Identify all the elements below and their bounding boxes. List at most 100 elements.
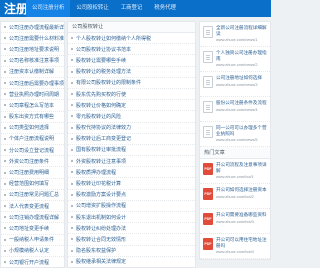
article-link[interactable]: 小规模纳税人认定: [9, 247, 49, 254]
card-title[interactable]: 开公司流程及注意事项详解: [216, 162, 267, 173]
document-card[interactable]: PDF 开公司如何选择注册资本 www.zhuce.com/hot/2: [200, 184, 270, 209]
article-link[interactable]: 股权转让价格如何确定: [76, 102, 126, 109]
article-link[interactable]: 个人股权转让如何缴纳个人所得税: [76, 35, 151, 42]
list-item[interactable]: 公司名称核准注意事项: [1, 56, 64, 67]
card-title[interactable]: 股份公司注册条件及流程: [216, 100, 267, 106]
document-card[interactable]: PDF 开公司流程及注意事项详解 www.zhuce.com/hot/1: [200, 159, 270, 184]
article-link[interactable]: 股权转让合同无效情形: [76, 236, 126, 243]
list-item[interactable]: 有限公司股权转让的限制条件: [68, 78, 195, 89]
list-item[interactable]: 公司章程怎么写范本: [1, 100, 64, 112]
article-link[interactable]: 股权激励方案设计要点: [76, 191, 126, 198]
list-item[interactable]: 隐名股东权益保护: [68, 246, 195, 257]
list-item[interactable]: 公司地址变更手续: [1, 223, 64, 235]
document-card[interactable]: 公司注册地址如何选择 www.zhuce.com/news/3: [200, 72, 270, 97]
list-item[interactable]: 国有股权转让审批流程: [68, 145, 195, 157]
article-link[interactable]: 股权转让需要哪些手续: [76, 57, 126, 64]
article-link[interactable]: 公司注册常见问题汇总: [9, 191, 59, 198]
list-item[interactable]: 外资股权转让注意事项: [68, 156, 195, 168]
article-link[interactable]: 公司注销办理流程详解: [9, 214, 59, 221]
article-link[interactable]: 零元股权转让的风险: [76, 113, 121, 120]
article-link[interactable]: 股权转让后工商变更登记: [76, 135, 131, 142]
list-item[interactable]: 外资公司注册条件: [1, 156, 64, 168]
list-item[interactable]: 公司注册办理流程最新详解: [1, 22, 64, 34]
document-card[interactable]: 股份公司注册条件及流程 www.zhuce.com/news/4: [200, 97, 270, 122]
article-link[interactable]: 营业执照办理时间周期: [9, 91, 59, 98]
card-title[interactable]: 同一公司可以办理多个营业执照吗: [216, 125, 267, 136]
article-link[interactable]: 股权继承相关法律规定: [76, 258, 126, 265]
card-title[interactable]: 公司注册地址如何选择: [216, 75, 267, 81]
list-item[interactable]: 公司银行开户流程: [1, 257, 64, 267]
list-item[interactable]: 公司注册地址要求说明: [1, 44, 64, 56]
list-item[interactable]: 经营范围如何填写: [1, 179, 64, 190]
list-item[interactable]: 公司注册后需要办理事项: [1, 78, 64, 90]
article-link[interactable]: 一般纳税人申请条件: [9, 236, 54, 243]
article-link[interactable]: 公司名称核准注意事项: [9, 57, 59, 64]
article-link[interactable]: 股权转让纠纷处理办法: [76, 225, 126, 232]
article-link[interactable]: 股东优先购买权的行使: [76, 91, 126, 98]
list-item[interactable]: 股权转让价格如何确定: [68, 100, 195, 112]
document-card[interactable]: PDF 开公司可以用住宅地址注册吗 www.zhuce.com/hot/4: [200, 234, 270, 259]
brand-logo[interactable]: 注册: [0, 0, 26, 17]
list-item[interactable]: 公司股权转让协议书范本: [68, 44, 195, 56]
card-title[interactable]: 全新公司注册流程详细解读: [216, 25, 267, 36]
card-title[interactable]: 开公司如何选择注册资本: [216, 187, 267, 193]
article-link[interactable]: 公司注册需要什么材料准备: [9, 35, 64, 42]
list-item[interactable]: 公司注册费用明细: [1, 167, 64, 179]
article-link[interactable]: 国有股权转让审批流程: [76, 146, 126, 153]
list-item[interactable]: 股权转让纠纷处理办法: [68, 223, 195, 235]
nav-item-2[interactable]: 公司股权转让: [70, 0, 114, 17]
list-item[interactable]: 个人股权转让如何缴纳个人所得税: [68, 33, 195, 45]
card-title[interactable]: 个人独资公司注册办理指南: [216, 50, 267, 61]
document-card[interactable]: 同一公司可以办理多个营业执照吗 www.zhuce.com/news/5: [200, 122, 270, 147]
article-link[interactable]: 公司股权转让协议书范本: [76, 46, 131, 53]
article-link[interactable]: 股权转让的税务处理方法: [76, 68, 131, 75]
article-link[interactable]: 股权代持协议的法律效力: [76, 124, 131, 131]
nav-item-4[interactable]: 税务代理: [148, 0, 182, 17]
list-item[interactable]: 注册资本认缴制详解: [1, 67, 64, 78]
article-link[interactable]: 注册资本认缴制详解: [9, 68, 54, 75]
article-link[interactable]: 有限公司股权转让的限制条件: [76, 79, 141, 86]
list-item[interactable]: 法人代表变更流程: [1, 201, 64, 213]
article-link[interactable]: 外资股权转让注意事项: [76, 158, 126, 165]
article-link[interactable]: 公司注册后需要办理事项: [9, 80, 64, 87]
list-item[interactable]: 零元股权转让的风险: [68, 111, 195, 123]
article-link[interactable]: 股权质押办理流程: [76, 169, 116, 176]
document-card[interactable]: 个人独资公司注册办理指南 www.zhuce.com/news/2: [200, 47, 270, 72]
article-link[interactable]: 个体户注册流程说明: [9, 135, 54, 142]
document-card[interactable]: 全新公司注册流程详细解读 www.zhuce.com/news/1: [200, 22, 270, 47]
list-item[interactable]: 股东退出机制如何设计: [68, 212, 195, 224]
list-item[interactable]: 股权转让印花税计算: [68, 178, 195, 190]
article-link[interactable]: 隐名股东权益保护: [76, 247, 116, 254]
article-link[interactable]: 公司注册费用明细: [9, 169, 49, 176]
card-title[interactable]: 开公司需要准备哪些资料: [216, 212, 267, 218]
list-item[interactable]: 公司注册需要什么材料准备: [1, 33, 64, 45]
list-item[interactable]: 股权转让需要哪些手续: [68, 55, 195, 67]
article-link[interactable]: 公司注册地址要求说明: [9, 46, 59, 53]
list-item[interactable]: 股东出资方式有哪些: [1, 112, 64, 123]
article-link[interactable]: 股权转让印花税计算: [76, 180, 121, 187]
list-item[interactable]: 股权继承相关法律规定: [68, 257, 195, 267]
list-item[interactable]: 一般纳税人申请条件: [1, 235, 64, 246]
list-item[interactable]: 公司注销办理流程详解: [1, 212, 64, 224]
list-item[interactable]: 分公司设立登记流程: [1, 145, 64, 157]
list-item[interactable]: 股权质押办理流程: [68, 167, 195, 179]
list-item[interactable]: 股权代持协议的法律效力: [68, 123, 195, 134]
list-item[interactable]: 股东优先购买权的行使: [68, 89, 195, 101]
list-item[interactable]: 营业执照办理时间周期: [1, 89, 64, 101]
article-link[interactable]: 外资公司注册条件: [9, 158, 49, 165]
article-link[interactable]: 股东出资方式有哪些: [9, 113, 54, 120]
article-link[interactable]: 公司章程怎么写范本: [9, 102, 54, 109]
nav-item-1[interactable]: 公司注册分析: [26, 0, 71, 17]
list-item[interactable]: 个体户注册流程说明: [1, 134, 64, 146]
document-card[interactable]: PDF 开公司需要准备哪些资料 www.zhuce.com/hot/3: [200, 209, 270, 234]
article-link[interactable]: 公司银行开户流程: [9, 259, 49, 266]
card-title[interactable]: 开公司可以用住宅地址注册吗: [216, 237, 267, 248]
article-link[interactable]: 公司地址变更手续: [9, 225, 49, 232]
list-item[interactable]: 股权转让的税务处理方法: [68, 67, 195, 78]
article-link[interactable]: 公司类型如何选择: [9, 124, 49, 131]
list-item[interactable]: 公司注册常见问题汇总: [1, 190, 64, 201]
article-link[interactable]: 分公司设立登记流程: [9, 147, 54, 154]
list-item[interactable]: 小规模纳税人认定: [1, 246, 64, 257]
article-link[interactable]: 法人代表变更流程: [9, 203, 49, 210]
article-link[interactable]: 公司注册办理流程最新详解: [9, 24, 64, 31]
